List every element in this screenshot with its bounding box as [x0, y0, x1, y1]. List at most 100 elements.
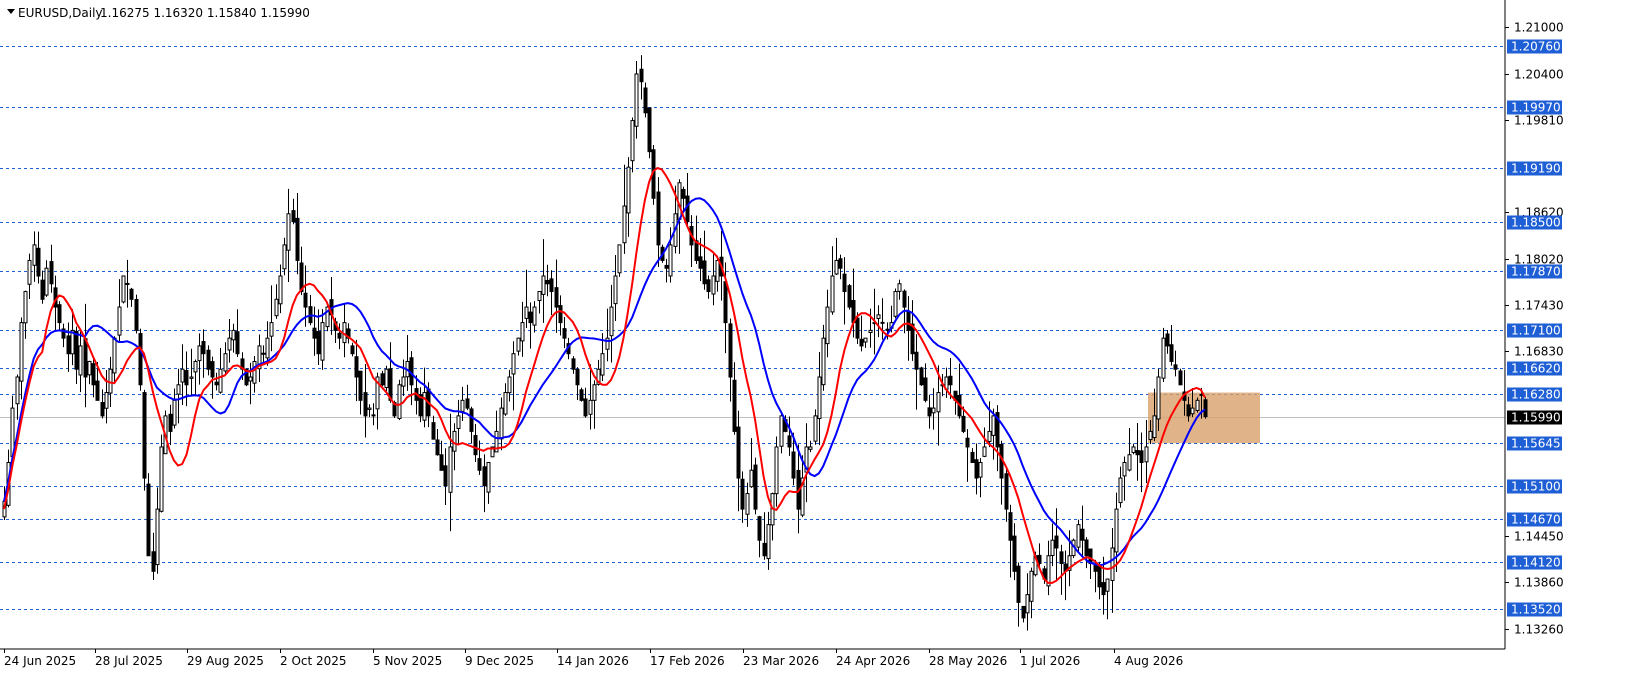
- candle-body: [656, 191, 661, 246]
- candle-body: [1050, 539, 1055, 557]
- candle-body: [991, 415, 996, 436]
- candle-body: [520, 322, 525, 342]
- candle-body: [473, 434, 478, 456]
- price-tick-label: 1.13260: [1514, 623, 1564, 637]
- candle-body: [138, 333, 143, 386]
- candle-body: [384, 368, 389, 388]
- candle-body: [821, 337, 826, 386]
- candle-body: [702, 260, 707, 285]
- candle-body: [787, 435, 792, 448]
- candle-body: [465, 398, 470, 409]
- level-badge-label: 1.16280: [1511, 388, 1561, 402]
- candle-body: [965, 437, 970, 448]
- candle-body: [1144, 446, 1149, 463]
- candle-body: [732, 379, 737, 432]
- candle-body: [261, 352, 266, 355]
- candle-body: [698, 256, 703, 269]
- candle-body: [507, 376, 512, 394]
- level-badge-label: 1.15645: [1511, 437, 1561, 451]
- ohlc-values: 1.16275 1.16320 1.15840 1.15990: [100, 6, 310, 20]
- candle-body: [923, 377, 928, 401]
- candle-body: [664, 264, 669, 269]
- candle-body: [1131, 446, 1136, 454]
- candle-body: [269, 322, 274, 337]
- candle-body: [397, 384, 402, 420]
- candle-body: [605, 337, 610, 350]
- candle-body: [545, 280, 550, 285]
- candle-body: [227, 337, 232, 351]
- candle-body: [350, 345, 355, 355]
- candle-body: [745, 493, 750, 515]
- candle-body: [1016, 565, 1021, 603]
- level-badge-label: 1.14670: [1511, 513, 1561, 527]
- candle-body: [1080, 528, 1085, 541]
- candle-body: [44, 267, 49, 296]
- candle-body: [978, 461, 983, 478]
- candle-body: [558, 305, 563, 324]
- level-badge-label: 1.16620: [1511, 362, 1561, 376]
- candle-body: [40, 279, 45, 300]
- candle-body: [609, 306, 614, 337]
- chart-header: EURUSD,Daily 1.16275 1.16320 1.15840 1.1…: [7, 6, 310, 20]
- time-tick-label: 14 Jan 2026: [557, 654, 629, 668]
- candle-body: [1012, 535, 1017, 572]
- level-badge-label: 1.17100: [1511, 324, 1561, 338]
- candle-body: [554, 287, 559, 308]
- candle-body: [108, 368, 113, 394]
- candle-body: [1114, 508, 1119, 553]
- candle-body: [1148, 430, 1153, 441]
- candle-body: [197, 345, 202, 362]
- candle-body: [893, 291, 898, 317]
- candle-body: [1186, 404, 1191, 417]
- candle-body: [647, 107, 652, 153]
- candle-body: [825, 306, 830, 345]
- candle-body: [970, 451, 975, 463]
- candle-body: [1161, 337, 1166, 379]
- candle-body: [1021, 605, 1026, 619]
- candle-body: [223, 353, 228, 372]
- time-tick-label: 5 Nov 2025: [373, 654, 442, 668]
- candle-body: [87, 360, 92, 376]
- time-tick-label: 17 Feb 2026: [650, 654, 725, 668]
- candle-body: [180, 368, 185, 383]
- time-tick-label: 28 May 2026: [929, 654, 1007, 668]
- candle-body: [282, 244, 287, 270]
- candle-body: [885, 328, 890, 331]
- candle-body: [193, 360, 198, 373]
- candle-body: [880, 321, 885, 324]
- candle-body: [579, 389, 584, 401]
- candle-body: [210, 361, 215, 378]
- candle-body: [524, 306, 529, 319]
- candle-body: [1190, 407, 1195, 415]
- candle-body: [723, 281, 728, 324]
- candle-body: [112, 337, 117, 374]
- candle-body: [1139, 450, 1144, 463]
- candle-body: [129, 288, 134, 300]
- candle-body: [583, 398, 588, 417]
- candle-body: [95, 380, 100, 401]
- candle-body: [528, 311, 533, 324]
- candle-body: [159, 446, 164, 512]
- candle-body: [617, 244, 622, 274]
- candle-body: [78, 345, 83, 376]
- candle-body: [104, 392, 109, 409]
- candle-body: [295, 217, 300, 261]
- level-badge-label: 1.18500: [1511, 216, 1561, 230]
- price-chart[interactable]: 1.21000 1.20400 1.19810 1.18620 1.18020 1.174…: [0, 0, 1626, 696]
- candle-body: [443, 465, 448, 487]
- candle-body: [448, 446, 453, 493]
- candle-body: [66, 335, 71, 355]
- time-tick-label: 24 Apr 2026: [836, 654, 910, 668]
- candle-body: [541, 275, 546, 295]
- candle-body: [1004, 473, 1009, 510]
- chart-canvas[interactable]: 1.210001.204001.198101.186201.180201.174…: [0, 0, 1626, 696]
- candle-body: [897, 283, 902, 292]
- candle-body: [626, 166, 631, 214]
- price-tick-label: 1.16830: [1514, 345, 1564, 359]
- time-tick-label: 2 Oct 2025: [280, 654, 347, 668]
- candle-body: [337, 332, 342, 339]
- candle-body: [1203, 399, 1208, 418]
- candle-body: [902, 290, 907, 308]
- candle-body: [1127, 454, 1132, 471]
- candle-body: [830, 275, 835, 313]
